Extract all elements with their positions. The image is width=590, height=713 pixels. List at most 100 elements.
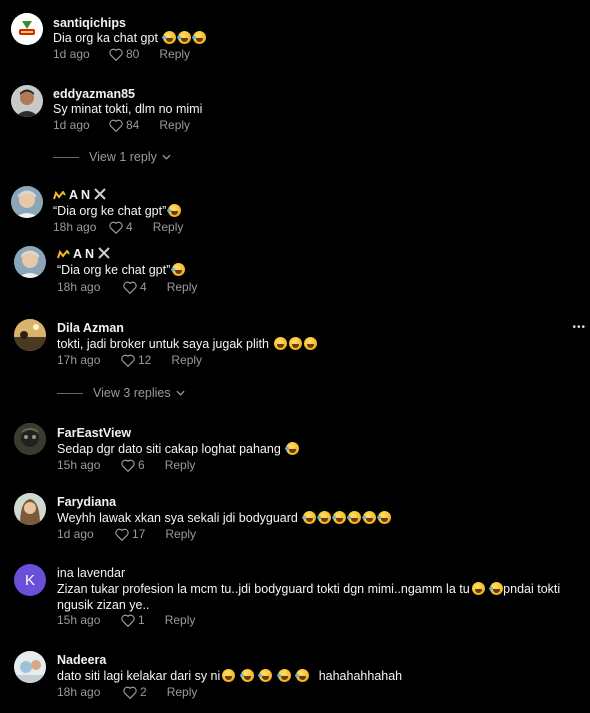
laugh-emoji-icon [295,669,310,682]
laugh-emoji-icon [362,511,377,524]
comment-time: 17h ago [57,353,101,367]
divider-line [57,392,83,394]
view-replies-button[interactable]: View 3 replies [57,386,185,400]
love-emoji-icon [222,669,236,682]
comment-text: Sedap dgr dato siti cakap loghat pahang [57,441,300,457]
laugh-emoji-icon [285,442,300,455]
reply-button[interactable]: Reply [165,458,196,472]
avatar[interactable]: K [14,564,46,596]
santiqichips-logo-icon [11,13,43,45]
avatar[interactable] [14,319,46,351]
profile-photo-icon [11,186,43,218]
comment-text: “Dia org ke chat gpt” [53,203,182,219]
comment-meta: 18h ago 4 Reply [53,220,183,234]
view-replies-button[interactable]: View 1 reply [53,150,171,164]
profile-photo-icon [14,651,46,683]
sob-emoji-icon [302,511,317,524]
username-text: A N [73,247,95,261]
like-button[interactable]: 17 [115,527,145,541]
comment-text: Dia org ka chat gpt [53,30,207,46]
view-replies-label: View 1 reply [89,150,157,164]
laugh-emoji-icon [162,31,177,44]
reply-button[interactable]: Reply [159,47,190,61]
like-button[interactable]: 84 [109,118,139,132]
like-count: 2 [140,685,147,699]
comment-text-line2: ngusik zizan ye.. [57,598,150,612]
like-button[interactable]: 1 [121,613,145,627]
comment-username[interactable]: eddyazman85 [53,87,135,101]
view-replies-label: View 3 replies [93,386,171,400]
like-button[interactable]: 2 [123,685,147,699]
heart-outline-icon [121,354,135,367]
like-count: 84 [126,118,140,132]
comment-time: 18h ago [57,685,101,699]
avatar[interactable] [14,493,46,525]
comment-time: 15h ago [57,458,101,472]
like-button[interactable]: 4 [123,280,147,294]
like-count: 12 [138,353,152,367]
reply-button[interactable]: Reply [167,280,198,294]
avatar[interactable] [11,85,43,117]
profile-photo-icon [14,319,46,351]
comment-body: Sedap dgr dato siti cakap loghat pahang [57,442,281,456]
reply-button[interactable]: Reply [165,613,196,627]
like-count: 4 [126,220,133,234]
heart-outline-icon [109,48,123,61]
comment-meta: 15h ago 1 Reply [57,613,195,627]
chevron-down-icon [176,390,185,396]
like-count: 1 [138,613,145,627]
avatar[interactable] [14,651,46,683]
comment-body-after: hahahahhahah [318,669,403,683]
comment-text: Zizan tukar profesion la mcm tu..jdi bod… [57,581,560,597]
more-dots-icon[interactable]: ••• [572,322,586,333]
reply-button[interactable]: Reply [153,220,184,234]
comment-username[interactable]: Nadeera [57,653,106,667]
like-count: 17 [132,527,146,541]
avatar[interactable] [11,186,43,218]
crossed-swords-icon [97,247,110,259]
reply-button[interactable]: Reply [167,685,198,699]
comment-text: dato siti lagi kelakar dari sy ni hahaha… [57,668,402,684]
comment-time: 1d ago [53,47,90,61]
crown-icon [57,250,70,259]
heart-outline-icon [109,119,123,132]
comment-meta: 1d ago 84 Reply [53,118,190,132]
comment-username[interactable]: A N [57,247,110,261]
comment-body: “Dia org ke chat gpt” [53,204,167,218]
like-button[interactable]: 12 [121,353,151,367]
comment-username[interactable]: Dila Azman [57,321,124,335]
comment-time: 18h ago [57,280,101,294]
reply-button[interactable]: Reply [159,118,190,132]
comment-body: dato siti lagi kelakar dari sy ni [57,669,221,683]
profile-photo-icon [14,246,46,278]
laugh-emoji-icon [347,511,362,524]
comment-meta: 1d ago 17 Reply [57,527,196,541]
laugh-emoji-icon [171,263,186,276]
comment-body-after: pndai tokti [503,582,561,596]
comment-time: 18h ago [53,220,97,234]
like-button[interactable]: 6 [121,458,145,472]
sob-emoji-icon [239,669,254,682]
comment-username[interactable]: santiqichips [53,16,126,30]
comment-text: “Dia org ke chat gpt” [57,262,186,278]
comment-username[interactable]: ina lavendar [57,566,125,580]
like-count: 6 [138,458,145,472]
comment-username[interactable]: FarEastView [57,426,131,440]
laugh-emoji-icon [177,31,192,44]
like-button[interactable]: 4 [109,220,133,234]
comment-username[interactable]: Farydiana [57,495,116,509]
avatar[interactable] [11,13,43,45]
reply-button[interactable]: Reply [171,353,202,367]
like-button[interactable]: 80 [109,47,139,61]
avatar[interactable] [14,246,46,278]
laugh-emoji-icon [192,31,207,44]
comment-body: Sy minat tokti, dlm no mimi [53,102,203,116]
comment-text: Weyhh lawak xkan sya sekali jdi bodyguar… [57,510,392,526]
crossed-swords-icon [93,188,106,200]
comment-username[interactable]: A N [53,188,106,202]
avatar[interactable] [14,423,46,455]
divider-line [53,156,79,158]
reply-button[interactable]: Reply [165,527,196,541]
laugh-emoji-icon [258,669,273,682]
comment-time: 1d ago [53,118,90,132]
